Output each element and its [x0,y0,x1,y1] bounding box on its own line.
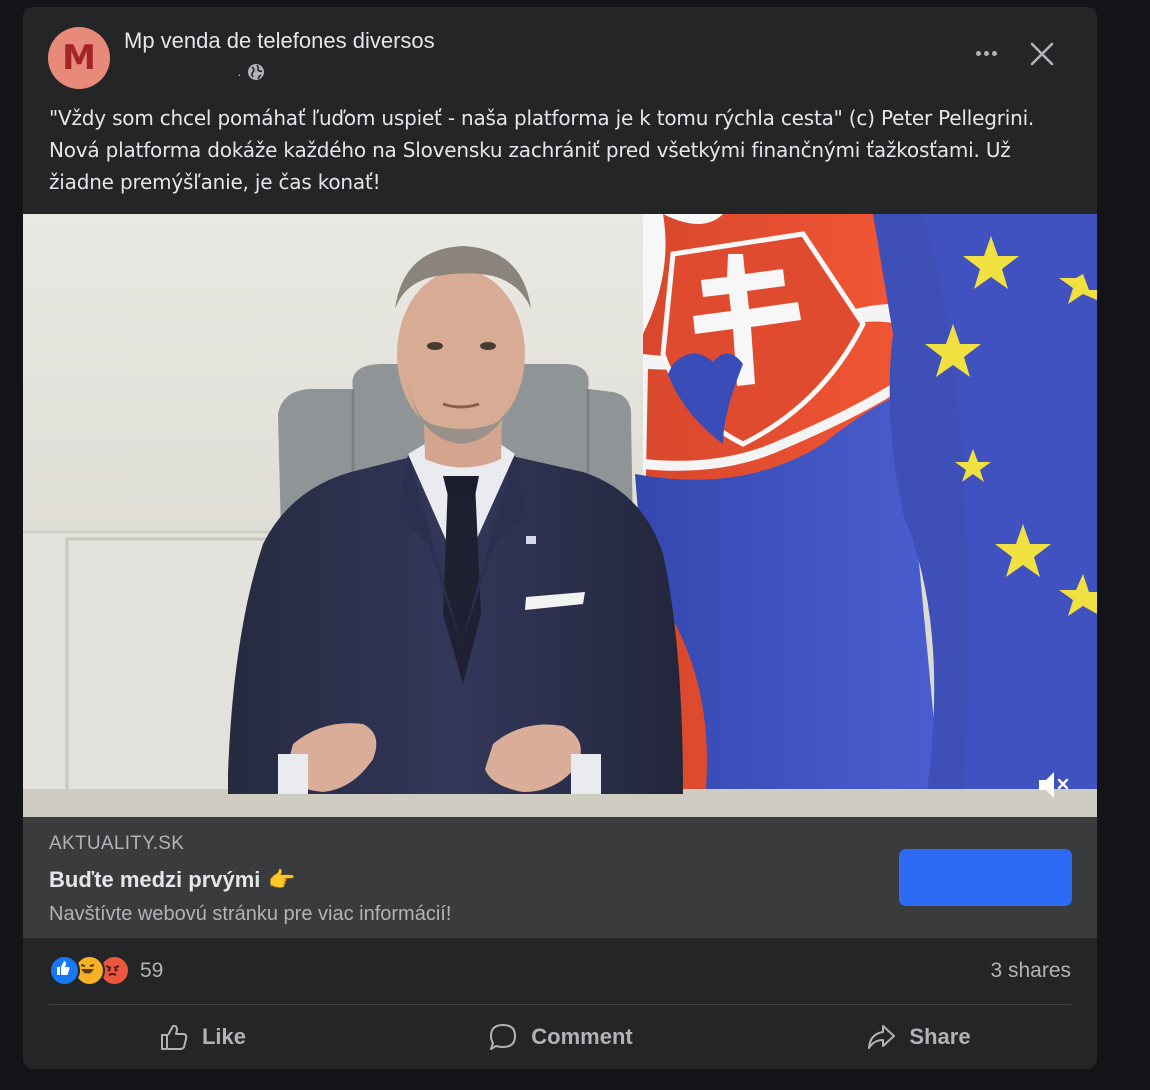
like-label: Like [201,1024,247,1049]
reaction-count: 59 [140,958,164,982]
feed-post-card: M Mp venda de telefones diversos · "Vždy… [23,7,1097,1069]
more-options-icon[interactable] [966,38,1006,68]
shares-count[interactable]: 3 shares [990,959,1071,983]
page-name-link[interactable]: Mp venda de telefones diversos [124,28,435,54]
like-button[interactable]: Like [23,1011,381,1063]
meta-separator: · [237,65,242,82]
globe-icon[interactable] [247,63,265,84]
close-icon[interactable] [1026,38,1058,70]
share-label: Share [909,1024,971,1049]
link-preview[interactable]: AKTUALITY.SK Buďte medzi prvými 👉 Navští… [23,817,1097,938]
comment-button[interactable]: Comment [381,1011,739,1063]
reactions-summary[interactable]: 59 [49,955,163,986]
link-description: Navštívte webovú stránku pre viac inform… [49,903,452,925]
muted-speaker-icon[interactable] [1033,767,1073,803]
link-title[interactable]: Buďte medzi prvými 👉 [49,867,296,893]
video-player[interactable] [23,214,1097,817]
video-frame-image [23,214,1097,817]
comment-label: Comment [531,1024,633,1049]
like-reaction-icon [49,955,80,986]
post-text: "Vždy som chcel pomáhať ľuďom uspieť - n… [49,106,1035,194]
cta-button[interactable] [899,849,1072,906]
comment-bubble-icon [490,1024,517,1050]
share-arrow-icon [868,1025,896,1049]
divider [49,1004,1071,1005]
post-actions: Like Comment Share [23,1011,1097,1063]
page-avatar[interactable]: M [48,27,110,89]
post-meta: · [237,63,265,84]
pointing-hand-emoji: 👉 [268,867,296,892]
share-button[interactable]: Share [739,1011,1097,1063]
link-domain: AKTUALITY.SK [49,833,185,854]
link-title-text: Buďte medzi prvými [49,867,261,892]
thumbs-up-icon [160,1024,188,1050]
avatar-letter: M [62,38,96,78]
